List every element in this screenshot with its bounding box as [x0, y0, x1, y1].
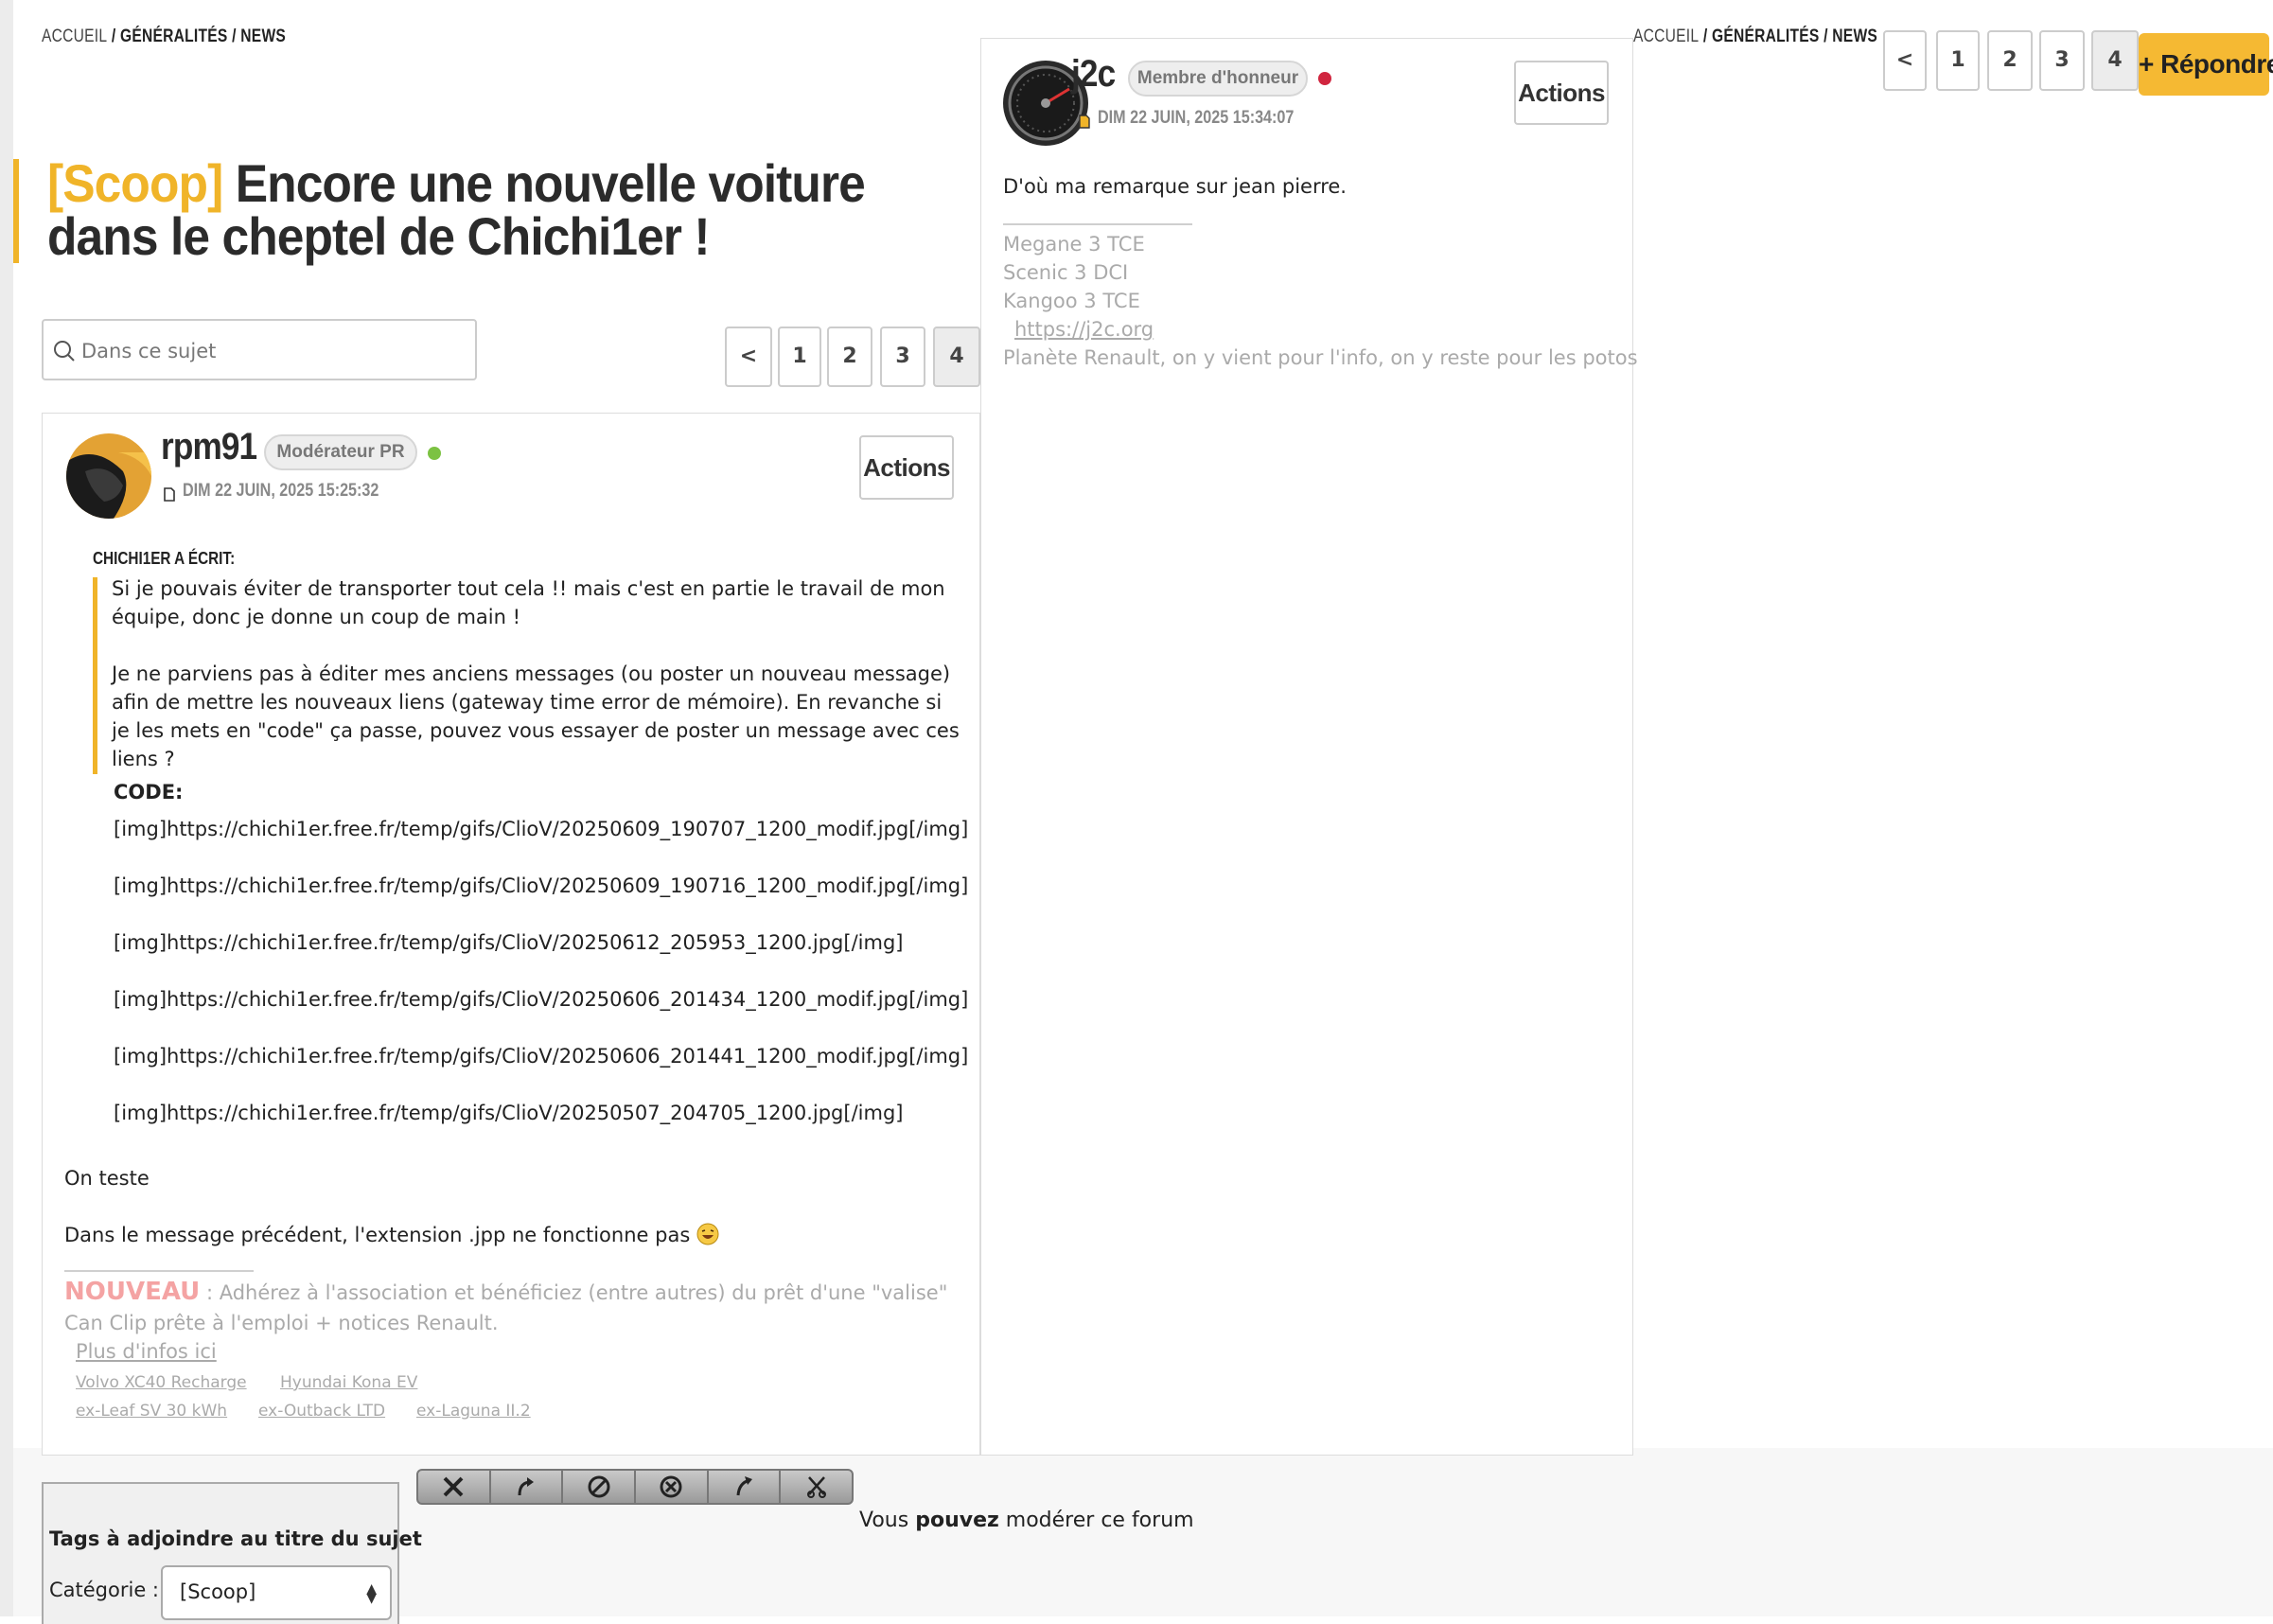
pagination-page-1[interactable]: 1	[778, 327, 821, 387]
signature-text: Scenic 3 DCI	[1003, 261, 1129, 284]
signature-link[interactable]: Plus d'infos ici	[76, 1340, 217, 1363]
post-body-text: Dans le message précédent, l'extension .…	[64, 1224, 691, 1246]
lock-icon[interactable]	[563, 1471, 637, 1503]
post-date: Dim 22 juin, 2025 15:25:32	[183, 481, 379, 501]
category-label: Catégorie :	[49, 1579, 160, 1601]
breadcrumb-home[interactable]: Accueil	[1633, 26, 1699, 46]
pagination-page-2[interactable]: 2	[827, 327, 872, 387]
moderation-notice: Vous pouvez modérer ce forum	[859, 1509, 1194, 1532]
signature-line: NOUVEAU : Adhérez à l'association et bén…	[64, 1278, 947, 1307]
post-link-icon[interactable]	[164, 487, 175, 502]
car-link[interactable]: ex-Leaf SV 30 kWh	[76, 1402, 227, 1421]
code-line: [img]https://chichi1er.free.fr/temp/gifs…	[114, 874, 969, 897]
topic-search	[42, 319, 477, 380]
tags-panel: Tags à adjoindre au titre du sujet Catég…	[42, 1482, 422, 1624]
breadcrumb-forum[interactable]: News	[240, 26, 286, 46]
move-icon[interactable]	[491, 1471, 564, 1503]
breadcrumb-right: Accueil / Généralités / News	[1633, 26, 1877, 47]
pagination-prev[interactable]: <	[725, 327, 772, 387]
signature-text: Megane 3 TCE	[1003, 233, 1145, 256]
code-line: [img]https://chichi1er.free.fr/temp/gifs…	[114, 818, 969, 840]
search-input[interactable]	[79, 332, 462, 370]
reply-button[interactable]: + Répondre	[2139, 33, 2273, 96]
post-body-line: On teste	[64, 1167, 150, 1190]
code-line: [img]https://chichi1er.free.fr/temp/gifs…	[114, 931, 904, 954]
breadcrumb-separator: /	[111, 26, 116, 46]
close-topic-icon[interactable]	[636, 1471, 709, 1503]
car-link[interactable]: Hyundai Kona EV	[280, 1373, 417, 1392]
role-badge: Membre d'honneur	[1128, 61, 1308, 97]
page-title: [Scoop] Encore une nouvelle voiture dans…	[47, 157, 901, 263]
breadcrumb-section[interactable]: Généralités	[1712, 26, 1820, 46]
moderation-text-bold: pouvez	[915, 1509, 999, 1532]
car-link[interactable]: Volvo XC40 Recharge	[76, 1373, 247, 1392]
code-line: [img]https://chichi1er.free.fr/temp/gifs…	[114, 1045, 969, 1068]
signature-text: Planète Renault, on y vient pour l'info,…	[1003, 346, 1638, 369]
code-label: CODE:	[114, 781, 184, 803]
car-link[interactable]: ex-Outback LTD	[258, 1402, 385, 1421]
breadcrumb-section[interactable]: Généralités	[120, 26, 228, 46]
signature-link-row: https://j2c.org	[1014, 315, 1154, 344]
post-date: Dim 22 juin, 2025 15:34:07	[1098, 108, 1295, 128]
role-badge: Modérateur PR	[264, 434, 417, 470]
pagination-page-3[interactable]: 3	[880, 327, 925, 387]
actions-button[interactable]: Actions	[859, 435, 954, 500]
quote-block: Si je pouvais éviter de transporter tout…	[112, 574, 963, 773]
breadcrumb-forum[interactable]: News	[1832, 26, 1877, 46]
code-line: [img]https://chichi1er.free.fr/temp/gifs…	[114, 1102, 904, 1124]
breadcrumb-separator: /	[1824, 26, 1828, 46]
offline-status-dot	[1318, 72, 1331, 85]
quote-paragraph: Si je pouvais éviter de transporter tout…	[112, 577, 945, 628]
quote-accent-bar	[93, 577, 97, 774]
pagination-current[interactable]: 4	[933, 327, 980, 387]
left-rail	[0, 0, 13, 1616]
pagination-page-3-top[interactable]: 3	[2039, 30, 2085, 91]
post-author[interactable]: j2c	[1071, 53, 1116, 96]
signature-divider	[64, 1270, 254, 1272]
title-tag: [Scoop]	[47, 153, 223, 213]
signature-text: : Adhérez à l'association et bénéficiez …	[200, 1281, 948, 1304]
quote-author: Chichi1er a écrit:	[93, 549, 236, 568]
avatar[interactable]	[66, 433, 151, 519]
select-arrows-icon: ▲ ▼	[366, 1581, 377, 1606]
moderation-toolbar	[416, 1469, 854, 1505]
laughing-emoji-icon	[696, 1223, 719, 1253]
signature-link-row: Plus d'infos ici	[76, 1337, 217, 1366]
split-icon[interactable]	[781, 1471, 852, 1503]
title-accent-bar	[13, 159, 19, 263]
tags-panel-title: Tags à adjoindre au titre du sujet	[49, 1527, 422, 1550]
signature-divider	[1003, 223, 1192, 225]
pagination-page-2-top[interactable]: 2	[1987, 30, 2033, 91]
code-line: [img]https://chichi1er.free.fr/temp/gifs…	[114, 988, 969, 1011]
pagination-prev-top[interactable]: <	[1883, 30, 1927, 91]
breadcrumb-separator: /	[1702, 26, 1708, 46]
moderation-text: modérer ce forum	[998, 1509, 1194, 1532]
quote-paragraph: Je ne parviens pas à éditer mes anciens …	[112, 662, 960, 770]
online-status-dot	[428, 447, 441, 460]
category-select[interactable]: [Scoop] ▲ ▼	[161, 1565, 392, 1620]
signature-text: Can Clip prête à l'emploi + notices Rena…	[64, 1312, 499, 1334]
breadcrumb: Accueil / Généralités / News	[42, 26, 286, 47]
moderation-text: Vous	[859, 1509, 916, 1532]
post-author[interactable]: rpm91	[161, 426, 257, 468]
post-link-icon[interactable]	[1079, 115, 1090, 129]
signature-highlight: NOUVEAU	[64, 1278, 201, 1306]
pagination-page-1-top[interactable]: 1	[1936, 30, 1980, 91]
signature-text: Kangoo 3 TCE	[1003, 290, 1140, 312]
search-icon[interactable]	[53, 340, 76, 362]
post-body-line: Dans le message précédent, l'extension .…	[64, 1221, 719, 1253]
pagination-current-top[interactable]: 4	[2091, 30, 2139, 91]
delete-icon[interactable]	[418, 1471, 491, 1503]
actions-button[interactable]: Actions	[1514, 61, 1609, 125]
breadcrumb-separator: /	[232, 26, 237, 46]
breadcrumb-home[interactable]: Accueil	[42, 26, 107, 46]
redirect-icon[interactable]	[709, 1471, 782, 1503]
car-link[interactable]: ex-Laguna II.2	[416, 1402, 531, 1421]
category-select-value: [Scoop]	[180, 1580, 256, 1603]
post-body: D'où ma remarque sur jean pierre.	[1003, 175, 1347, 198]
signature-link[interactable]: https://j2c.org	[1014, 318, 1154, 341]
